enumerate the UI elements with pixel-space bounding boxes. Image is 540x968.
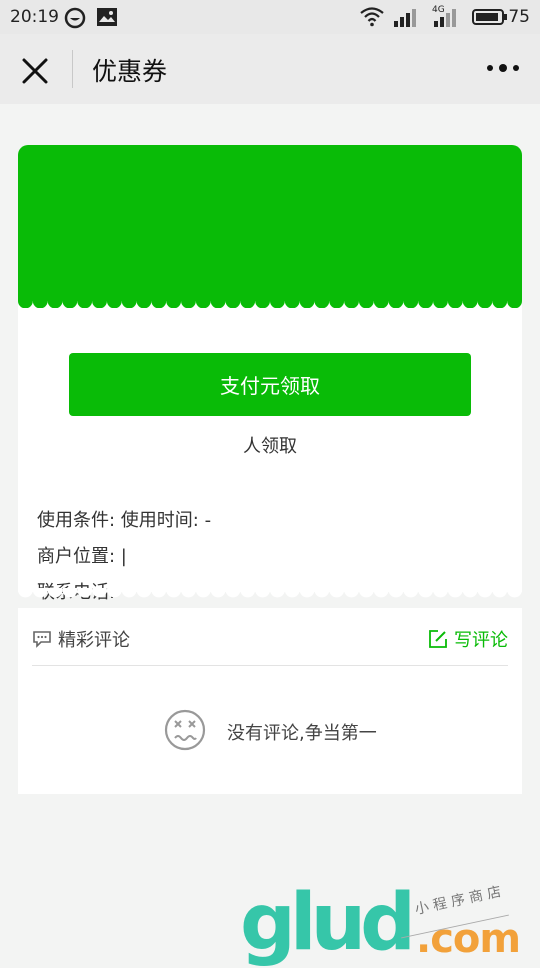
comments-header: 精彩评论 bbox=[32, 626, 130, 652]
message-app-icon bbox=[64, 7, 86, 29]
usage-conditions: 使用条件: 使用时间: - bbox=[37, 510, 212, 531]
coupon-body: 支付元领取 人领取 使用条件: 使用时间: - 商户位置: | 联系电话: bbox=[18, 308, 522, 603]
empty-comments-text: 没有评论,争当第一 bbox=[227, 723, 377, 744]
claim-count-text: 人领取 bbox=[243, 436, 297, 457]
nav-divider bbox=[72, 50, 73, 88]
empty-face-icon bbox=[164, 709, 206, 751]
battery-level: 75 bbox=[508, 7, 530, 27]
comments-section: 精彩评论 写评论 没有评论,争当第一 bbox=[18, 608, 522, 794]
comment-icon bbox=[33, 631, 51, 648]
write-comment-label: 写评论 bbox=[454, 630, 508, 651]
status-bar: 20:19 4G 75 bbox=[0, 0, 540, 34]
battery-icon bbox=[472, 9, 507, 25]
comments-divider bbox=[32, 665, 508, 666]
wifi-icon bbox=[360, 7, 384, 27]
page-title: 优惠券 bbox=[92, 57, 168, 86]
pay-claim-button[interactable]: 支付元领取 bbox=[69, 353, 471, 416]
status-time: 20:19 bbox=[10, 7, 59, 27]
close-icon[interactable] bbox=[20, 56, 50, 86]
watermark-main: glud bbox=[240, 878, 416, 968]
signal-4g-icon bbox=[434, 9, 456, 27]
write-comment-button[interactable]: 写评论 bbox=[428, 626, 508, 652]
image-app-icon bbox=[97, 8, 117, 26]
navigation-bar: 优惠券 bbox=[0, 34, 540, 104]
edit-icon bbox=[429, 630, 447, 648]
more-icon[interactable] bbox=[486, 58, 520, 78]
comments-title: 精彩评论 bbox=[58, 630, 130, 651]
signal-icon bbox=[394, 9, 416, 27]
watermark-logo: glud .com 小 程 序 商 店 bbox=[240, 878, 521, 968]
coupon-header bbox=[18, 145, 522, 303]
watermark-sub: 小 程 序 商 店 bbox=[413, 884, 503, 918]
merchant-location: 商户位置: | bbox=[37, 546, 127, 567]
coupon-bottom-edge bbox=[18, 588, 522, 598]
